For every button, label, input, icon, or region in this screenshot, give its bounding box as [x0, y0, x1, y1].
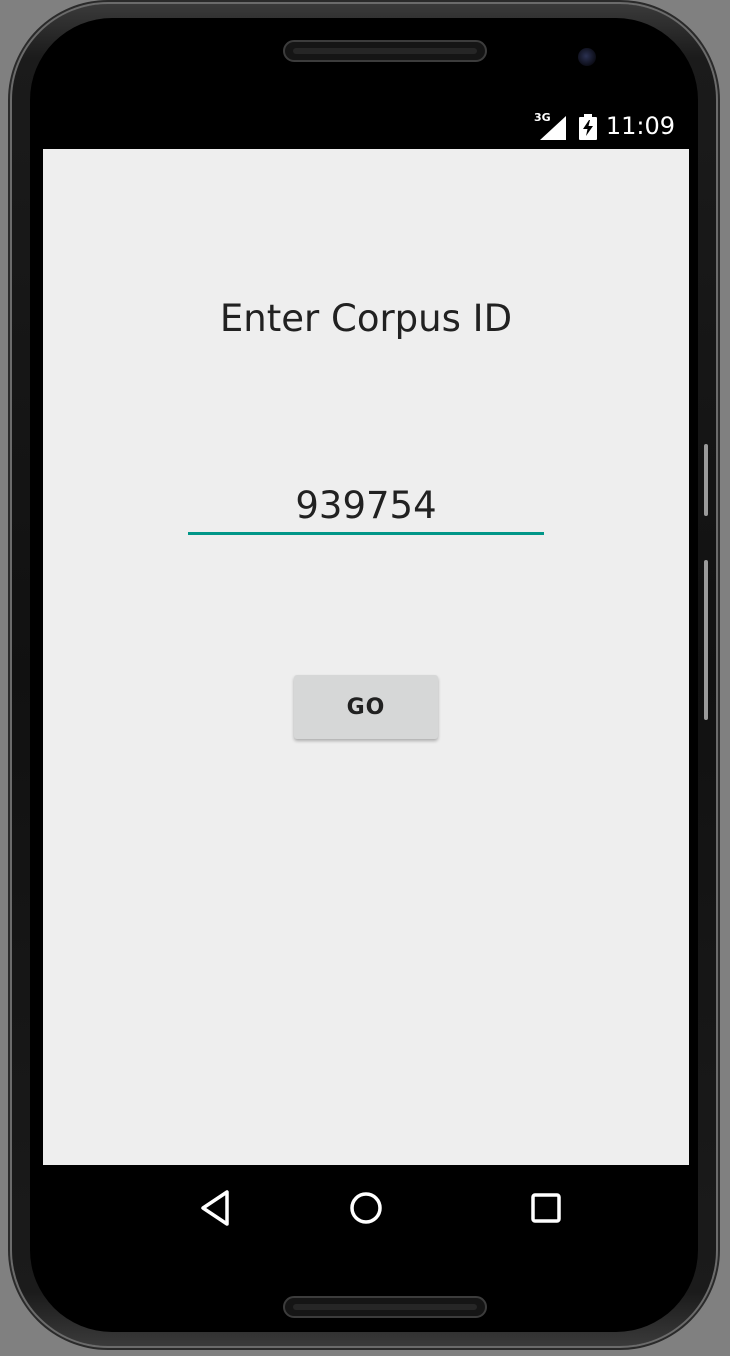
signal-icon	[540, 116, 566, 140]
corpus-id-field[interactable]	[188, 481, 544, 535]
navigation-bar	[43, 1165, 689, 1251]
recents-icon[interactable]	[523, 1185, 569, 1231]
front-camera	[578, 48, 596, 66]
status-time: 11:09	[605, 112, 675, 140]
page-title: Enter Corpus ID	[219, 297, 513, 340]
power-button	[704, 444, 708, 516]
volume-button	[704, 560, 708, 720]
screen: 3G 11:09 Enter Corpus ID GO	[31, 104, 689, 1251]
back-icon[interactable]	[194, 1185, 240, 1231]
corpus-id-input[interactable]	[188, 481, 544, 529]
battery-charging-icon	[579, 114, 597, 140]
status-bar: 3G 11:09	[31, 104, 689, 149]
bottom-speaker	[283, 1296, 487, 1318]
go-button[interactable]: GO	[294, 675, 438, 739]
app-content: Enter Corpus ID GO	[43, 149, 689, 1165]
top-speaker	[283, 40, 487, 62]
input-underline	[188, 532, 544, 535]
home-icon[interactable]	[343, 1185, 389, 1231]
